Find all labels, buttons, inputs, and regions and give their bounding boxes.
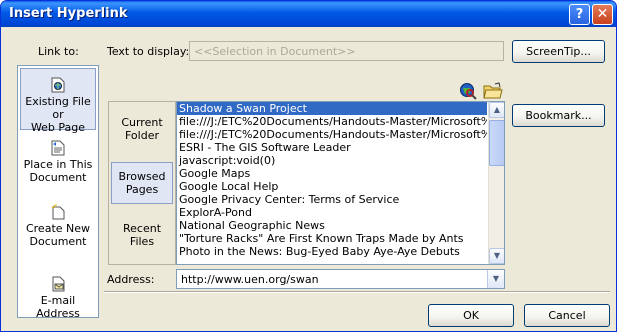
browsed-pages-line2: Pages (125, 183, 159, 196)
list-item[interactable]: "Torture Racks" Are First Known Traps Ma… (177, 232, 487, 245)
link-to-existing-file[interactable]: Existing File or Web Page (20, 68, 96, 134)
list-item[interactable]: Google Local Help (177, 180, 487, 193)
link-to-label: Link to: (38, 45, 79, 58)
list-item[interactable]: Google Maps (177, 167, 487, 180)
globe-document-icon (51, 77, 65, 93)
place-in-document-line2: Document (29, 171, 87, 184)
scroll-thumb[interactable] (489, 120, 504, 166)
help-button[interactable]: ? (569, 4, 590, 25)
text-to-display-label: Text to display: (107, 45, 190, 58)
list-item[interactable]: file:///J:/ETC%20Documents/Handouts-Mast… (177, 128, 487, 141)
scroll-down-arrow-icon[interactable]: ▼ (489, 248, 504, 264)
list-scrollbar[interactable]: ▲ ▼ (488, 102, 504, 264)
link-to-bar: Existing File or Web Page Place in This … (17, 65, 99, 320)
email-address-line1: E-mail Address (36, 294, 80, 320)
link-to-email-address[interactable]: E-mail Address (20, 276, 96, 320)
text-to-display-value: <<Selection in Document>> (194, 45, 356, 58)
bookmark-button[interactable]: Bookmark... (512, 104, 605, 127)
list-item[interactable]: National Geographic News (177, 219, 487, 232)
dialog-title: Insert Hyperlink (9, 6, 128, 21)
list-item[interactable]: file:///J:/ETC%20Documents/Handouts-Mast… (177, 115, 487, 128)
email-icon (52, 276, 65, 292)
recent-files-line1: Recent (122, 222, 162, 235)
insert-hyperlink-dialog: Insert Hyperlink ? ✕ Link to: Existing F… (0, 0, 617, 332)
scroll-up-arrow-icon[interactable]: ▲ (489, 102, 504, 118)
list-item[interactable]: Shadow a Swan Project (177, 102, 487, 115)
look-in-recent-files[interactable]: Recent Files (111, 222, 173, 248)
create-new-document-line2: Document (29, 235, 87, 248)
address-label: Address: (107, 273, 155, 286)
address-value: http://www.uen.org/swan (181, 273, 319, 286)
help-icon: ? (575, 7, 584, 22)
recent-files-line2: Files (129, 235, 155, 248)
list-item[interactable]: javascript:void(0) (177, 154, 487, 167)
ok-button[interactable]: OK (428, 304, 514, 327)
existing-file-line1: Existing File or (25, 95, 91, 121)
browse-web-button[interactable] (457, 81, 479, 101)
browsed-pages-list[interactable]: Shadow a Swan Project file:///J:/ETC%20D… (176, 101, 505, 265)
close-button[interactable]: ✕ (592, 4, 613, 25)
open-folder-icon (483, 82, 503, 99)
list-item[interactable]: Photo in the News: Bug-Eyed Baby Aye-Aye… (177, 245, 487, 258)
create-new-document-line1: Create New (25, 222, 91, 235)
list-item[interactable]: ESRI - The GIS Software Leader (177, 141, 487, 154)
look-in-current-folder[interactable]: Current Folder (111, 116, 173, 142)
chevron-down-icon[interactable]: ▼ (487, 270, 504, 288)
address-combobox[interactable]: http://www.uen.org/swan ▼ (176, 269, 505, 289)
link-to-create-new-document[interactable]: Create New Document (20, 204, 96, 256)
cancel-button[interactable]: Cancel (524, 304, 610, 327)
look-in-browsed-pages[interactable]: Browsed Pages (111, 162, 173, 204)
place-in-document-line1: Place in This (23, 158, 93, 171)
title-bar[interactable]: Insert Hyperlink ? ✕ (1, 1, 616, 27)
list-item[interactable]: ExplorA-Pond (177, 206, 487, 219)
close-icon: ✕ (596, 6, 609, 22)
text-to-display-field[interactable]: <<Selection in Document>> (189, 41, 504, 61)
browse-web-icon (460, 83, 477, 100)
new-document-icon (51, 204, 65, 220)
list-item[interactable]: Google Privacy Center: Terms of Service (177, 193, 487, 206)
document-place-icon (51, 140, 65, 156)
screentip-button[interactable]: ScreenTip... (512, 40, 605, 63)
link-to-place-in-document[interactable]: Place in This Document (20, 140, 96, 190)
existing-file-line2: Web Page (30, 121, 86, 134)
browsed-pages-line1: Browsed (118, 170, 166, 183)
divider (104, 291, 610, 293)
look-in-bar: Current Folder Browsed Pages Recent File… (108, 101, 176, 265)
browse-file-button[interactable] (482, 81, 504, 101)
current-folder-line2: Folder (125, 129, 159, 142)
current-folder-line1: Current (121, 116, 163, 129)
